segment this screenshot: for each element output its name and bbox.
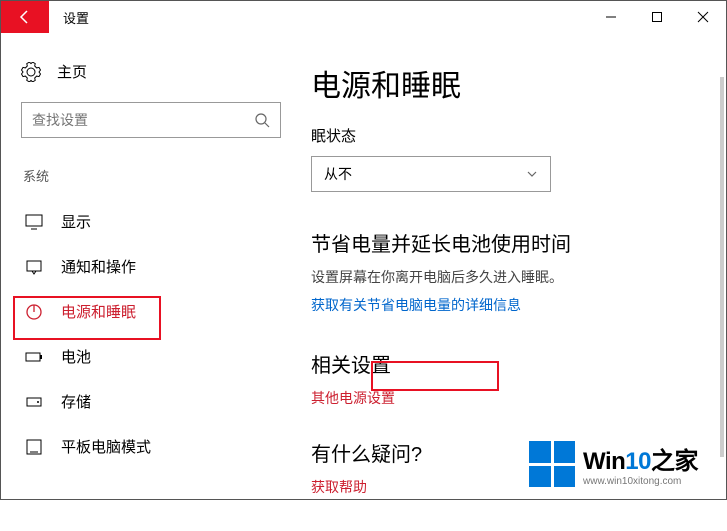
- titlebar: 设置: [1, 1, 726, 33]
- nav-item-storage[interactable]: 存储: [21, 379, 281, 424]
- arrow-left-icon: [17, 9, 33, 25]
- nav-label: 电源和睡眠: [61, 301, 136, 322]
- section-header: 系统: [21, 166, 281, 185]
- home-label: 主页: [57, 61, 87, 82]
- notification-icon: [25, 258, 43, 276]
- minimize-icon: [605, 11, 617, 23]
- link-battery-info[interactable]: 获取有关节省电脑电量的详细信息: [311, 295, 521, 315]
- maximize-icon: [651, 11, 663, 23]
- gear-icon: [21, 62, 41, 82]
- storage-icon: [25, 393, 43, 411]
- maximize-button[interactable]: [634, 1, 680, 33]
- nav-label: 显示: [61, 211, 91, 232]
- sidebar: 主页 系统 显示 通知和操作 电源和睡眠 电池 存储: [1, 33, 301, 499]
- sleep-dropdown[interactable]: 从不: [311, 156, 551, 192]
- watermark-url: www.win10xitong.com: [583, 476, 698, 487]
- home-link[interactable]: 主页: [21, 53, 281, 90]
- nav-item-display[interactable]: 显示: [21, 199, 281, 244]
- chevron-down-icon: [526, 168, 538, 180]
- link-other-power[interactable]: 其他电源设置: [311, 388, 395, 408]
- nav-label: 存储: [61, 391, 91, 412]
- nav-item-notifications[interactable]: 通知和操作: [21, 244, 281, 289]
- search-input[interactable]: [32, 112, 254, 128]
- battery-icon: [25, 348, 43, 366]
- nav-item-power-sleep[interactable]: 电源和睡眠: [21, 289, 281, 334]
- close-icon: [697, 11, 709, 23]
- tablet-icon: [25, 438, 43, 456]
- nav-label: 通知和操作: [61, 256, 136, 277]
- dropdown-value: 从不: [324, 164, 352, 184]
- nav-label: 平板电脑模式: [61, 436, 151, 457]
- nav-label: 电池: [61, 346, 91, 367]
- watermark-brand: Win10之家: [583, 441, 698, 476]
- power-icon: [25, 303, 43, 321]
- windows-logo-icon: [529, 441, 575, 487]
- monitor-icon: [25, 213, 43, 231]
- nav-item-tablet[interactable]: 平板电脑模式: [21, 424, 281, 469]
- section-heading-battery: 节省电量并延长电池使用时间: [311, 228, 726, 257]
- search-icon: [254, 112, 270, 128]
- section-heading-related: 相关设置: [311, 349, 726, 378]
- search-box[interactable]: [21, 102, 281, 138]
- window-controls: [588, 1, 726, 33]
- nav-item-battery[interactable]: 电池: [21, 334, 281, 379]
- back-button[interactable]: [1, 1, 49, 33]
- main-panel: 电源和睡眠 眠状态 从不 节省电量并延长电池使用时间 设置屏幕在你离开电脑后多久…: [301, 33, 726, 499]
- close-button[interactable]: [680, 1, 726, 33]
- minimize-button[interactable]: [588, 1, 634, 33]
- field-label: 眠状态: [311, 125, 726, 146]
- link-get-help[interactable]: 获取帮助: [311, 477, 367, 497]
- page-title: 电源和睡眠: [311, 61, 726, 105]
- watermark: Win10之家 www.win10xitong.com: [529, 441, 698, 487]
- window-title: 设置: [49, 1, 588, 33]
- section-desc: 设置屏幕在你离开电脑后多久进入睡眠。: [311, 267, 726, 287]
- scrollbar[interactable]: [720, 77, 724, 457]
